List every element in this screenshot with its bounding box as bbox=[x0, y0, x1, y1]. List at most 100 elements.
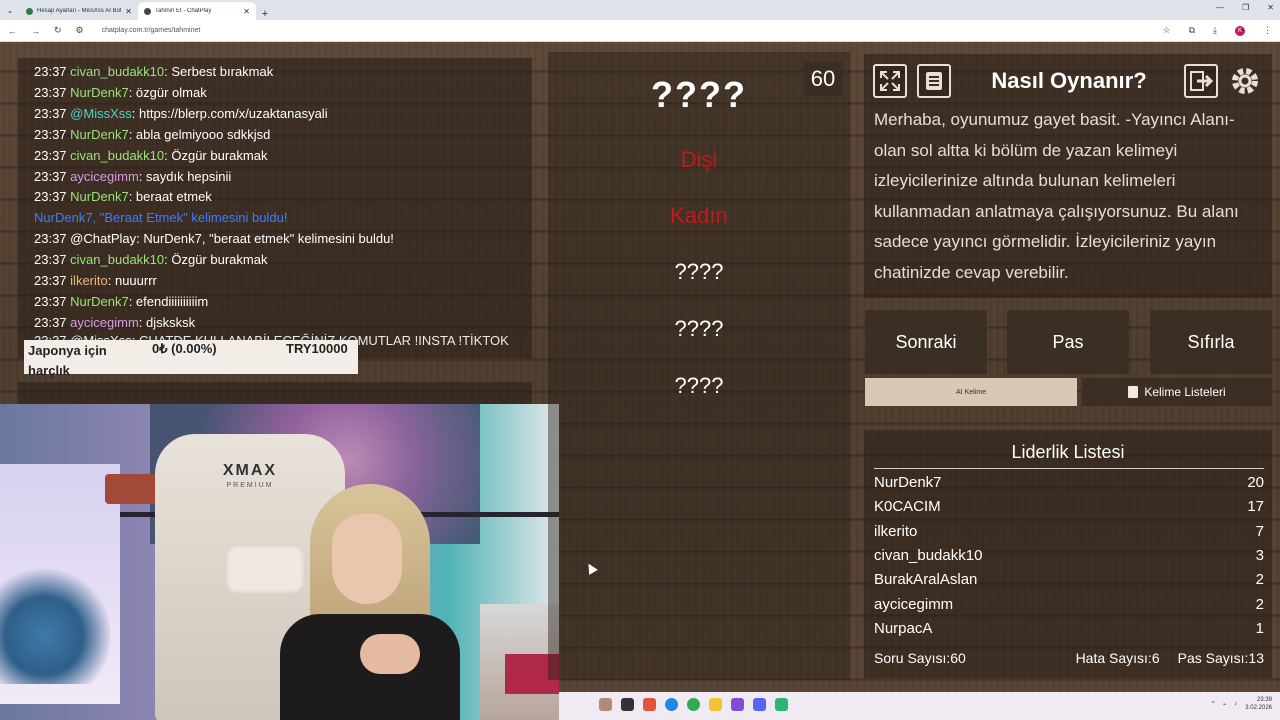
leaderboard-row: aycicegimm 2 bbox=[874, 596, 1264, 613]
secret-word: ???? bbox=[651, 74, 747, 115]
chat-message: 23:37 civan_budakk10: Özgür burakmak bbox=[34, 146, 516, 167]
profile-avatar[interactable]: K bbox=[1235, 25, 1245, 36]
tab-title: Tahmin Et - ChatPlay bbox=[155, 8, 212, 14]
donation-amount: 0₺ (0.00%) bbox=[152, 341, 217, 356]
exit-glyph bbox=[1190, 71, 1213, 91]
webcam-feed: XMAX PREMIUM bbox=[0, 404, 559, 720]
chat-text: : nuuurrr bbox=[107, 273, 157, 289]
close-window-icon[interactable]: ✕ bbox=[1267, 3, 1274, 12]
chat-message: 23:37 civan_budakk10: Serbest bırakmak bbox=[34, 62, 516, 83]
chat-username[interactable]: @ChatPlay bbox=[70, 231, 136, 246]
chat-time: 23:37 bbox=[34, 64, 67, 79]
leaderboard-name: NurDenk7 bbox=[874, 474, 942, 491]
exit-icon[interactable] bbox=[1184, 64, 1218, 98]
notes-glyph bbox=[926, 72, 942, 90]
chat-message: 23:37 NurDenk7: beraat etmek bbox=[34, 187, 516, 208]
ai-word-label: AI Kelime bbox=[956, 388, 986, 396]
leaderboard-score: 2 bbox=[1255, 571, 1264, 589]
chat-username[interactable]: ilkerito bbox=[70, 273, 108, 288]
document-icon bbox=[1128, 386, 1139, 398]
taskbar: ^ ⌁ ♪ 23:39 3.02.2026 bbox=[559, 692, 1280, 720]
word-lists-button[interactable]: Kelime Listeleri bbox=[1082, 378, 1272, 406]
leaderboard-name: BurakAralAslan bbox=[874, 571, 978, 589]
fullscreen-icon[interactable] bbox=[873, 64, 907, 98]
leaderboard-name: ilkerito bbox=[874, 522, 918, 540]
new-tab-button[interactable]: + bbox=[256, 8, 274, 20]
chat-text: : beraat etmek bbox=[128, 189, 212, 205]
gear-glyph bbox=[1232, 68, 1258, 94]
chat-username[interactable]: civan_budakk10 bbox=[70, 148, 164, 163]
system-tray: ^ ⌁ ♪ 23:39 3.02.2026 bbox=[1212, 696, 1272, 712]
how-to-play-text: Merhaba, oyunumuz gayet basit. -Yayıncı … bbox=[874, 110, 1239, 282]
chat-time: 23:37 bbox=[34, 293, 67, 309]
tab-close-icon[interactable]: ✕ bbox=[243, 7, 250, 16]
address-bar: ← → ↻ ⚙ chatplay.com.tr/games/tahminet ☆… bbox=[0, 20, 1280, 42]
pass-button[interactable]: Pas bbox=[1007, 310, 1129, 374]
browser-tabbar: ⌄ Hesap Ayarları - MissXss AI Bot ✕ Tahm… bbox=[0, 0, 1280, 20]
chat-message: 23:37 @MissXss: https://blerp.com/x/uzak… bbox=[34, 104, 516, 125]
chat-username[interactable]: aycicegimm bbox=[70, 315, 139, 330]
tray-network-icon[interactable]: ⌁ bbox=[1223, 701, 1227, 708]
reset-button[interactable]: Sıfırla bbox=[1150, 310, 1272, 374]
next-button[interactable]: Sonraki bbox=[865, 310, 987, 374]
chat-username[interactable]: NurDenk7 bbox=[70, 294, 129, 309]
taskbar-app-icon[interactable] bbox=[599, 698, 612, 711]
fullscreen-glyph bbox=[880, 71, 900, 91]
taskbar-chrome-icon[interactable] bbox=[687, 698, 700, 711]
taskbar-folder-icon[interactable] bbox=[709, 698, 722, 711]
bookmark-star-icon[interactable]: ☆ bbox=[1163, 25, 1171, 36]
webcam-streamer bbox=[270, 484, 470, 720]
taskbar-app-icon[interactable] bbox=[775, 698, 788, 711]
menu-kebab-icon[interactable]: ⋮ bbox=[1263, 25, 1272, 36]
reload-icon[interactable]: ↻ bbox=[54, 25, 62, 36]
taskbar-twitch-icon[interactable] bbox=[731, 698, 744, 711]
pass-count: Pas Sayısı:13 bbox=[1177, 650, 1264, 666]
chat-found-text: NurDenk7, "Beraat Etmek" kelimesini buld… bbox=[34, 210, 288, 226]
chat-time: 23:37 bbox=[34, 168, 67, 184]
ai-word-button[interactable]: AI Kelime bbox=[865, 378, 1077, 406]
tray-volume-icon[interactable]: ♪ bbox=[1234, 701, 1237, 707]
notes-icon[interactable] bbox=[917, 64, 951, 98]
chat-username[interactable]: civan_budakk10 bbox=[70, 64, 164, 79]
extensions-icon[interactable]: ⧉ bbox=[1189, 25, 1195, 36]
chat-time: 23:37 bbox=[34, 126, 67, 142]
tab-search-icon[interactable]: ⌄ bbox=[0, 0, 20, 20]
taskbar-discord-icon[interactable] bbox=[753, 698, 766, 711]
site-info-icon[interactable]: ⚙ bbox=[76, 25, 84, 36]
chat-username[interactable]: NurDenk7 bbox=[70, 189, 129, 204]
maximize-icon[interactable]: ❐ bbox=[1242, 3, 1249, 12]
leaderboard-score: 7 bbox=[1255, 522, 1264, 540]
chat-time: 23:37 bbox=[34, 273, 67, 289]
tab-account-settings[interactable]: Hesap Ayarları - MissXss AI Bot ✕ bbox=[20, 2, 138, 20]
back-icon[interactable]: ← bbox=[8, 26, 17, 36]
settings-gear-icon[interactable] bbox=[1228, 64, 1262, 98]
webcam-plant bbox=[0, 564, 110, 684]
clock-time: 23:39 bbox=[1256, 697, 1272, 703]
chat-time: 23:37 bbox=[34, 105, 67, 121]
chat-time: 23:37 bbox=[34, 189, 67, 205]
chat-username[interactable]: aycicegimm bbox=[70, 169, 139, 184]
url-field[interactable]: chatplay.com.tr/games/tahminet bbox=[102, 27, 1149, 34]
taskbar-file-icon[interactable] bbox=[621, 698, 634, 711]
downloads-icon[interactable]: ⤓ bbox=[1213, 25, 1217, 36]
taskbar-edge-icon[interactable] bbox=[665, 698, 678, 711]
game-stats: Soru Sayısı:60 Hata Sayısı:6 Pas Sayısı:… bbox=[874, 650, 1264, 666]
chat-username[interactable]: NurDenk7 bbox=[70, 127, 129, 142]
chat-username[interactable]: NurDenk7 bbox=[70, 85, 129, 100]
leaderboard-name: aycicegimm bbox=[874, 595, 954, 613]
tab-close-icon[interactable]: ✕ bbox=[125, 7, 132, 16]
chat-message: 23:37 ilkerito: nuuurrr bbox=[34, 271, 516, 292]
tray-chevron-icon[interactable]: ^ bbox=[1212, 701, 1215, 707]
forward-icon[interactable]: → bbox=[31, 26, 40, 36]
taskbar-app-icon[interactable] bbox=[643, 698, 656, 711]
tab-favicon-icon bbox=[144, 7, 151, 15]
chat-username[interactable]: civan_budakk10 bbox=[70, 252, 164, 267]
tab-tahmin-et[interactable]: Tahmin Et - ChatPlay ✕ bbox=[138, 2, 256, 20]
donation-title: Japonya için harçlık bbox=[28, 343, 107, 378]
forbidden-word: ???? bbox=[674, 259, 724, 284]
chat-text: : Özgür burakmak bbox=[164, 147, 268, 163]
chat-username[interactable]: @MissXss bbox=[70, 106, 132, 121]
taskbar-clock[interactable]: 23:39 3.02.2026 bbox=[1245, 696, 1272, 712]
minimize-icon[interactable]: — bbox=[1216, 3, 1224, 12]
donation-goal: Japonya için harçlık 0₺ (0.00%) TRY10000 bbox=[24, 340, 358, 378]
